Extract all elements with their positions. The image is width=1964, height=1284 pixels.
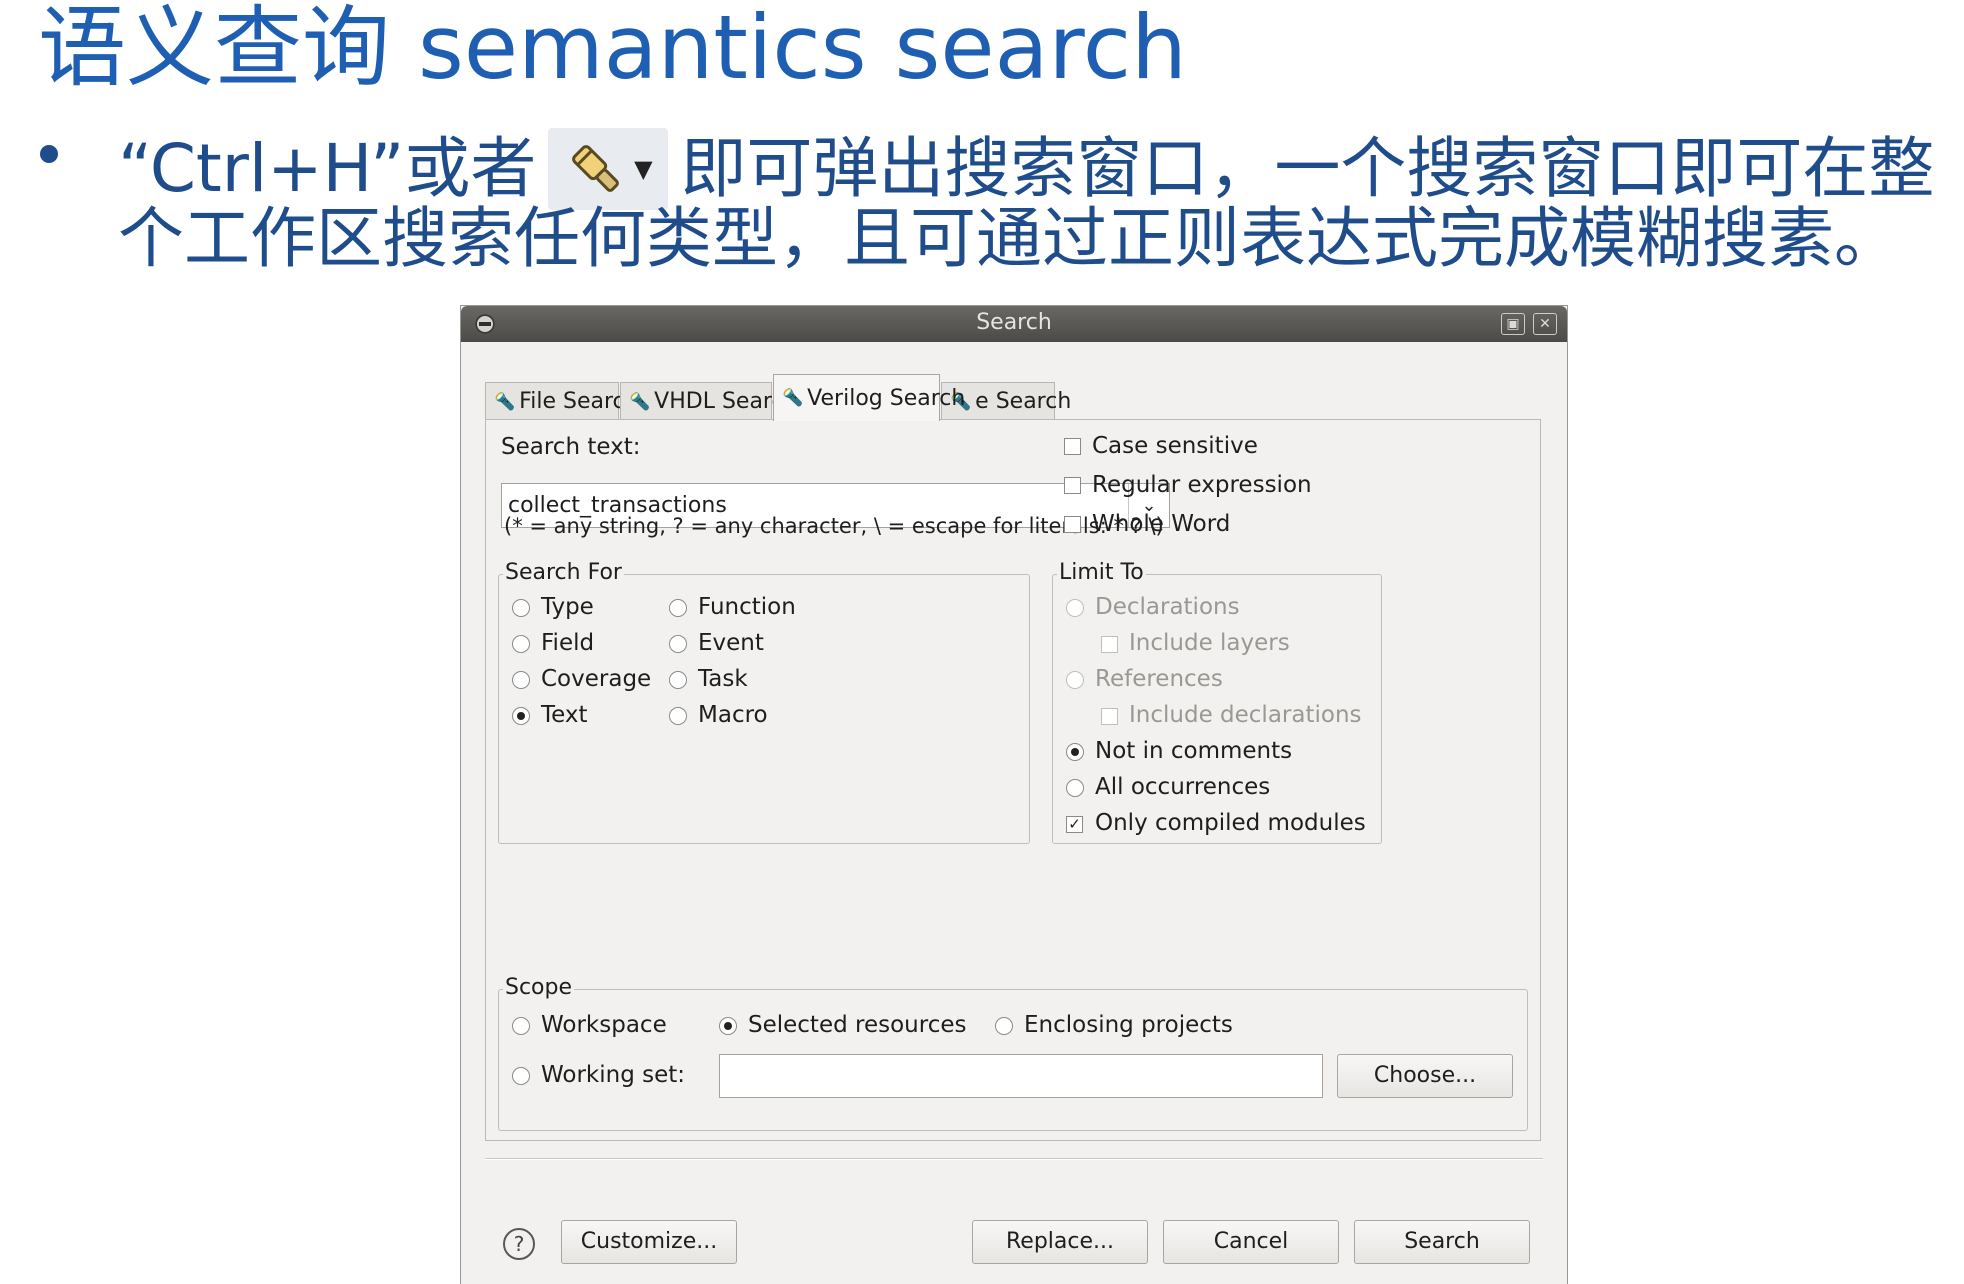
radio-text[interactable]: [512, 707, 530, 725]
bullet-dot: [40, 145, 58, 163]
radio-references-label: References: [1095, 666, 1223, 692]
radio-selected-resources[interactable]: [719, 1017, 737, 1035]
radio-workspace[interactable]: [512, 1017, 530, 1035]
radio-event[interactable]: [669, 635, 687, 653]
flashlight-icon: [572, 145, 620, 192]
radio-text-label: Text: [541, 702, 588, 728]
radio-field-label: Field: [541, 630, 595, 656]
customize-button[interactable]: Customize...: [561, 1220, 737, 1264]
radio-working-set-label: Working set:: [541, 1062, 686, 1088]
radio-all-occurrences-label: All occurrences: [1095, 774, 1271, 800]
case-sensitive-label: Case sensitive: [1092, 433, 1258, 459]
radio-type-label: Type: [541, 594, 594, 620]
dialog-title: Search: [976, 310, 1052, 335]
choose-button[interactable]: Choose...: [1337, 1054, 1513, 1098]
replace-button[interactable]: Replace...: [972, 1220, 1148, 1264]
file-search-icon: 🔦: [494, 391, 516, 412]
only-compiled-modules-checkbox[interactable]: ✓: [1066, 816, 1083, 833]
case-sensitive-checkbox[interactable]: [1064, 438, 1081, 455]
search-for-legend: Search For: [503, 560, 624, 585]
maximize-icon[interactable]: ▣: [1501, 313, 1525, 335]
radio-references[interactable]: [1066, 671, 1084, 689]
vhdl-search-icon: 🔦: [629, 391, 651, 412]
bullet-text-post: 即可弹出搜索窗口，一个搜索窗口即可在整: [680, 130, 1935, 207]
radio-type[interactable]: [512, 599, 530, 617]
close-icon[interactable]: ✕: [1533, 313, 1557, 335]
tab-file-search[interactable]: 🔦 File Search: [485, 382, 639, 420]
separator: [485, 1158, 1543, 1160]
search-for-group: Search For Type Field Coverage Text Func…: [498, 560, 1030, 844]
radio-coverage-label: Coverage: [541, 666, 652, 692]
bullet-line-1: “Ctrl+H”或者 ▼ 即可弹出搜索窗口，一个搜索窗口即可在整: [118, 128, 1934, 210]
slide-title: 语义查询 semantics search: [38, 0, 1187, 99]
help-icon[interactable]: ?: [503, 1228, 535, 1260]
search-tool-icon: ▼: [548, 128, 669, 210]
bullet-text-pre: “Ctrl+H”或者: [118, 130, 537, 207]
search-text-label: Search text:: [501, 434, 641, 460]
radio-not-in-comments-label: Not in comments: [1095, 738, 1293, 764]
scope-group: Scope Workspace Selected resources Enclo…: [498, 975, 1528, 1131]
working-set-field[interactable]: [719, 1054, 1323, 1098]
only-compiled-modules-label: Only compiled modules: [1095, 810, 1366, 836]
scope-legend: Scope: [503, 975, 575, 1000]
radio-field[interactable]: [512, 635, 530, 653]
dropdown-caret-icon: ▼: [634, 155, 653, 183]
whole-word-label: Whole Word: [1092, 511, 1231, 537]
tab-label: e Search: [975, 389, 1072, 414]
radio-declarations-label: Declarations: [1095, 594, 1240, 620]
search-dialog: Search ▣ ✕ 🔦 File Search 🔦 VHDL Search 🔦…: [460, 305, 1568, 1284]
include-declarations-checkbox[interactable]: [1101, 708, 1118, 725]
radio-function[interactable]: [669, 599, 687, 617]
regular-expression-label: Regular expression: [1092, 472, 1312, 498]
regular-expression-checkbox[interactable]: [1064, 477, 1081, 494]
bullet-line-2: 个工作区搜索任何类型，且可通过正则表达式完成模糊搜素。: [118, 200, 1900, 277]
dialog-titlebar[interactable]: Search ▣ ✕: [461, 306, 1567, 342]
include-layers-checkbox[interactable]: [1101, 636, 1118, 653]
cancel-button[interactable]: Cancel: [1163, 1220, 1339, 1264]
radio-task[interactable]: [669, 671, 687, 689]
include-layers-label: Include layers: [1129, 630, 1290, 656]
radio-enclosing-projects-label: Enclosing projects: [1024, 1012, 1233, 1038]
radio-workspace-label: Workspace: [541, 1012, 667, 1038]
radio-declarations[interactable]: [1066, 599, 1084, 617]
include-declarations-label: Include declarations: [1129, 702, 1362, 728]
radio-working-set[interactable]: [512, 1067, 530, 1085]
radio-event-label: Event: [698, 630, 764, 656]
radio-not-in-comments[interactable]: [1066, 743, 1084, 761]
search-button[interactable]: Search: [1354, 1220, 1530, 1264]
radio-enclosing-projects[interactable]: [995, 1017, 1013, 1035]
radio-selected-resources-label: Selected resources: [748, 1012, 967, 1038]
radio-task-label: Task: [698, 666, 748, 692]
radio-macro[interactable]: [669, 707, 687, 725]
tab-label: Verilog Search: [807, 385, 966, 411]
verilog-search-panel: Search text: collect_transactions ⌄ (* =…: [485, 419, 1541, 1141]
whole-word-checkbox[interactable]: [1064, 516, 1081, 533]
limit-to-legend: Limit To: [1057, 560, 1146, 585]
tab-vhdl-search[interactable]: 🔦 VHDL Search: [620, 382, 798, 420]
radio-macro-label: Macro: [698, 702, 768, 728]
radio-all-occurrences[interactable]: [1066, 779, 1084, 797]
radio-coverage[interactable]: [512, 671, 530, 689]
verilog-search-icon: 🔦: [782, 388, 804, 408]
limit-to-group: Limit To Declarations Include layers Ref…: [1052, 560, 1382, 844]
radio-function-label: Function: [698, 594, 796, 620]
tab-verilog-search[interactable]: 🔦 Verilog Search: [773, 374, 965, 421]
